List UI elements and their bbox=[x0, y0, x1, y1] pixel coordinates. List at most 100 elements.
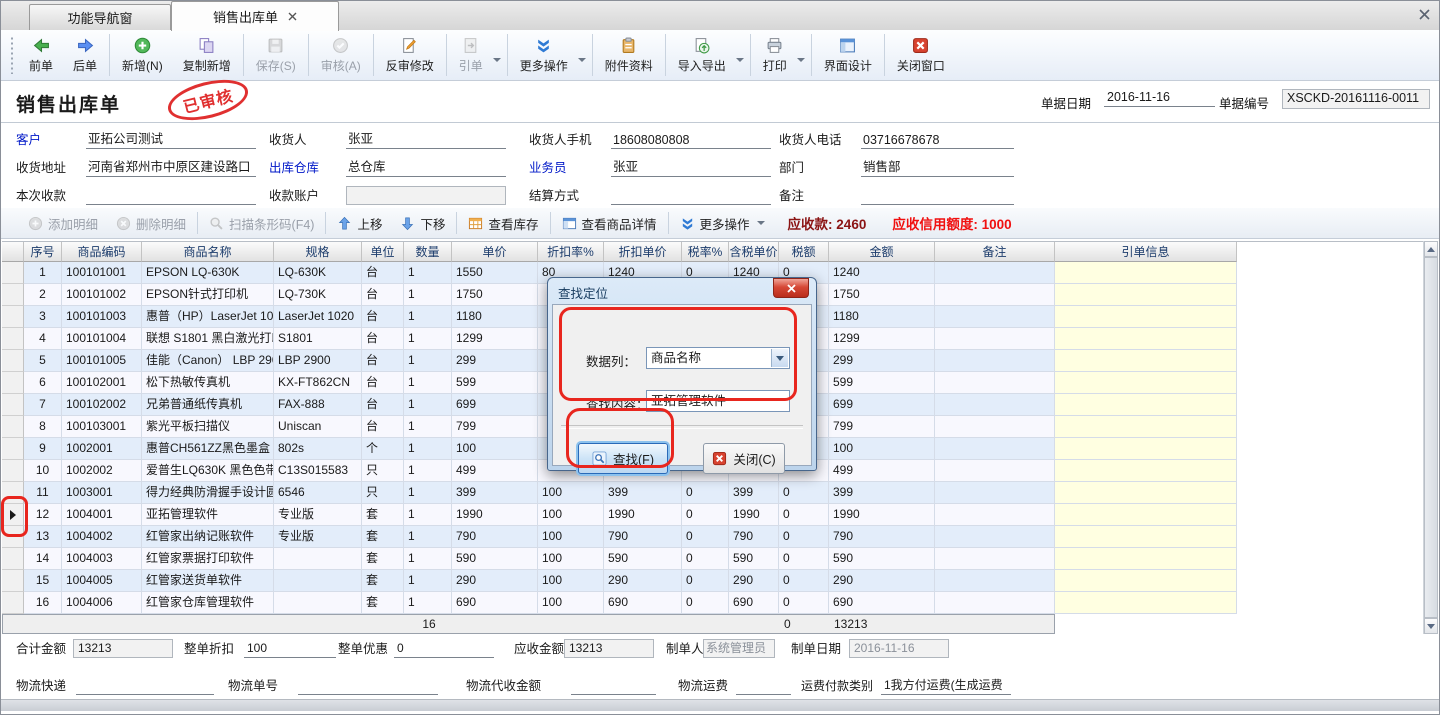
move-down-button[interactable]: 下移 bbox=[391, 214, 454, 233]
table-cell[interactable]: 1180 bbox=[452, 306, 538, 328]
table-cell[interactable]: 佳能（Canon） LBP 2900+ bbox=[142, 350, 274, 372]
table-cell[interactable]: 1 bbox=[404, 284, 452, 306]
table-cell[interactable]: 红管家送货单软件 bbox=[142, 570, 274, 592]
table-cell[interactable] bbox=[274, 592, 362, 614]
table-cell[interactable]: 100 bbox=[538, 482, 604, 504]
table-cell[interactable]: KX-FT862CN bbox=[274, 372, 362, 394]
tab-function-nav[interactable]: 功能导航窗 bbox=[29, 4, 171, 30]
table-cell[interactable]: 4 bbox=[24, 328, 62, 350]
table-cell[interactable] bbox=[1055, 262, 1237, 284]
table-cell[interactable]: 290 bbox=[729, 570, 779, 592]
table-cell[interactable]: 套 bbox=[362, 526, 404, 548]
table-cell[interactable] bbox=[1055, 504, 1237, 526]
warehouse-field[interactable]: 总仓库 bbox=[346, 156, 506, 177]
logistics-trackno-field[interactable] bbox=[298, 677, 438, 695]
phone-field[interactable]: 03716678678 bbox=[861, 133, 1014, 149]
table-cell[interactable]: 13 bbox=[24, 526, 62, 548]
column-header[interactable]: 商品编码 bbox=[62, 242, 142, 262]
table-cell[interactable]: 套 bbox=[362, 592, 404, 614]
table-cell[interactable]: 1 bbox=[24, 262, 62, 284]
table-cell[interactable]: 7 bbox=[24, 394, 62, 416]
customer-field[interactable]: 亚拓公司测试 bbox=[86, 128, 256, 149]
table-cell[interactable]: 惠普（HP）LaserJet 1020 bbox=[142, 306, 274, 328]
table-cell[interactable]: 399 bbox=[604, 482, 682, 504]
table-cell[interactable]: 399 bbox=[452, 482, 538, 504]
consignee-field[interactable]: 张亚 bbox=[346, 128, 506, 149]
more-actions-button[interactable]: 更多操作 bbox=[510, 34, 578, 76]
table-cell[interactable]: 690 bbox=[452, 592, 538, 614]
order-privilege-field[interactable]: 0 bbox=[394, 640, 494, 658]
table-cell[interactable]: 299 bbox=[829, 350, 935, 372]
table-cell[interactable]: 2 bbox=[24, 284, 62, 306]
table-cell[interactable]: 299 bbox=[452, 350, 538, 372]
table-cell[interactable]: 790 bbox=[829, 526, 935, 548]
attachments-button[interactable]: 附件资料 bbox=[595, 34, 663, 76]
column-header[interactable]: 金额 bbox=[829, 242, 935, 262]
column-header[interactable]: 单位 bbox=[362, 242, 404, 262]
table-cell[interactable]: 799 bbox=[829, 416, 935, 438]
table-cell[interactable]: 799 bbox=[452, 416, 538, 438]
table-cell[interactable]: 1 bbox=[404, 372, 452, 394]
new-button[interactable]: 新增(N) bbox=[112, 34, 173, 76]
table-cell[interactable]: 台 bbox=[362, 328, 404, 350]
table-cell[interactable]: 499 bbox=[452, 460, 538, 482]
row-marker[interactable] bbox=[2, 306, 24, 328]
table-cell[interactable] bbox=[935, 460, 1055, 482]
table-cell[interactable]: 1750 bbox=[452, 284, 538, 306]
dropdown-caret-icon[interactable] bbox=[493, 58, 501, 66]
table-cell[interactable]: 台 bbox=[362, 350, 404, 372]
table-cell[interactable]: 1180 bbox=[829, 306, 935, 328]
table-cell[interactable]: 6 bbox=[24, 372, 62, 394]
table-cell[interactable] bbox=[1055, 284, 1237, 306]
row-marker[interactable] bbox=[2, 460, 24, 482]
table-cell[interactable]: 1 bbox=[404, 416, 452, 438]
row-marker[interactable] bbox=[2, 284, 24, 306]
row-marker[interactable] bbox=[2, 350, 24, 372]
table-cell[interactable]: 台 bbox=[362, 416, 404, 438]
table-cell[interactable] bbox=[1055, 328, 1237, 350]
dropdown-caret-icon[interactable] bbox=[736, 58, 744, 66]
table-cell[interactable]: 290 bbox=[604, 570, 682, 592]
column-header[interactable]: 商品名称 bbox=[142, 242, 274, 262]
table-cell[interactable] bbox=[935, 394, 1055, 416]
table-cell[interactable]: 290 bbox=[452, 570, 538, 592]
table-cell[interactable]: 14 bbox=[24, 548, 62, 570]
table-cell[interactable]: 1990 bbox=[829, 504, 935, 526]
table-cell[interactable]: 100102002 bbox=[62, 394, 142, 416]
table-cell[interactable]: 100 bbox=[452, 438, 538, 460]
table-cell[interactable]: LQ-630K bbox=[274, 262, 362, 284]
table-cell[interactable]: EPSON LQ-630K bbox=[142, 262, 274, 284]
salesman-field[interactable]: 张亚 bbox=[611, 156, 771, 177]
table-cell[interactable]: 1004006 bbox=[62, 592, 142, 614]
table-cell[interactable]: 1750 bbox=[829, 284, 935, 306]
table-cell[interactable]: 599 bbox=[452, 372, 538, 394]
table-cell[interactable]: 590 bbox=[604, 548, 682, 570]
table-cell[interactable]: 590 bbox=[729, 548, 779, 570]
table-cell[interactable]: 1 bbox=[404, 350, 452, 372]
freight-type-field[interactable]: 1我方付运费(生成运费 bbox=[881, 677, 1011, 695]
table-cell[interactable] bbox=[935, 306, 1055, 328]
column-header[interactable]: 数量 bbox=[404, 242, 452, 262]
table-cell[interactable]: 10 bbox=[24, 460, 62, 482]
mobile-field[interactable]: 18608080808 bbox=[611, 133, 771, 149]
table-cell[interactable]: 290 bbox=[829, 570, 935, 592]
table-cell[interactable]: 0 bbox=[779, 592, 829, 614]
table-cell[interactable]: 台 bbox=[362, 306, 404, 328]
table-cell[interactable]: 0 bbox=[779, 504, 829, 526]
print-button[interactable]: 打印 bbox=[753, 34, 797, 76]
scroll-down-icon[interactable] bbox=[1424, 618, 1438, 634]
table-cell[interactable]: 亚拓管理软件 bbox=[142, 504, 274, 526]
table-cell[interactable]: 790 bbox=[729, 526, 779, 548]
table-cell[interactable] bbox=[935, 504, 1055, 526]
table-cell[interactable]: 690 bbox=[729, 592, 779, 614]
table-cell[interactable]: 9 bbox=[24, 438, 62, 460]
column-header[interactable]: 单价 bbox=[452, 242, 538, 262]
table-cell[interactable]: 套 bbox=[362, 504, 404, 526]
table-cell[interactable]: 100 bbox=[538, 592, 604, 614]
tab-close-icon[interactable] bbox=[288, 12, 297, 21]
table-cell[interactable] bbox=[1055, 460, 1237, 482]
table-cell[interactable] bbox=[935, 438, 1055, 460]
column-header[interactable]: 税额 bbox=[779, 242, 829, 262]
table-cell[interactable]: 699 bbox=[452, 394, 538, 416]
column-header[interactable]: 折扣单价 bbox=[604, 242, 682, 262]
